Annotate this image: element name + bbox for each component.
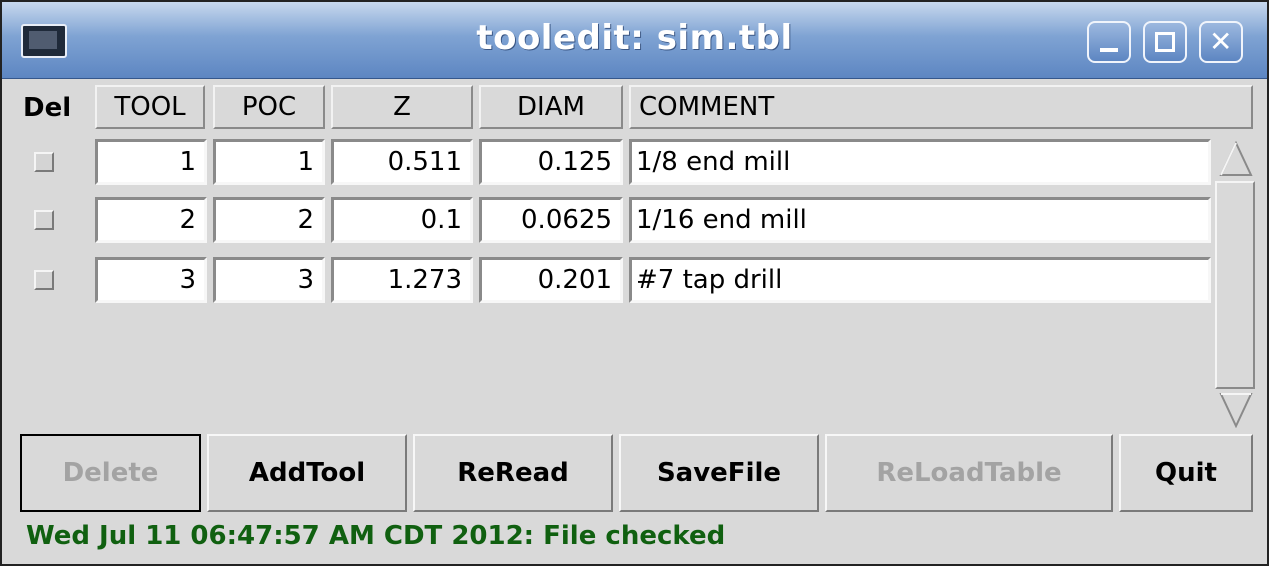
minimize-icon[interactable] bbox=[1087, 21, 1131, 63]
header-comment: COMMENT bbox=[629, 85, 1253, 129]
save-file-button[interactable]: SaveFile bbox=[619, 434, 819, 512]
header-z: Z bbox=[331, 85, 473, 129]
pocket-field[interactable]: 2 bbox=[213, 197, 325, 243]
tool-field[interactable]: 2 bbox=[95, 197, 207, 243]
diam-field[interactable]: 0.125 bbox=[479, 139, 623, 185]
maximize-icon[interactable] bbox=[1143, 21, 1187, 63]
reload-table-button[interactable]: ReLoadTable bbox=[825, 434, 1113, 512]
scroll-down-arrow-icon[interactable] bbox=[1219, 390, 1253, 428]
delete-button[interactable]: Delete bbox=[20, 434, 201, 512]
scroll-track[interactable] bbox=[1215, 181, 1255, 389]
comment-field[interactable]: 1/16 end mill bbox=[629, 197, 1211, 243]
header-del: Del bbox=[23, 93, 72, 123]
header-diam: DIAM bbox=[479, 85, 623, 129]
window-title: tooledit: sim.tbl bbox=[476, 18, 793, 58]
diam-field[interactable]: 0.201 bbox=[479, 257, 623, 303]
add-tool-button[interactable]: AddTool bbox=[207, 434, 407, 512]
quit-button[interactable]: Quit bbox=[1119, 434, 1253, 512]
comment-field[interactable]: 1/8 end mill bbox=[629, 139, 1211, 185]
diam-field[interactable]: 0.0625 bbox=[479, 197, 623, 243]
status-message: Wed Jul 11 06:47:57 AM CDT 2012: File ch… bbox=[26, 521, 726, 551]
z-field[interactable]: 0.1 bbox=[331, 197, 473, 243]
pocket-field[interactable]: 1 bbox=[213, 139, 325, 185]
title-bar[interactable]: tooledit: sim.tbl ✕ bbox=[2, 2, 1267, 79]
z-field[interactable]: 0.511 bbox=[331, 139, 473, 185]
delete-checkbox-1[interactable] bbox=[34, 152, 54, 172]
reread-button[interactable]: ReRead bbox=[413, 434, 613, 512]
tool-field[interactable]: 1 bbox=[95, 139, 207, 185]
comment-field[interactable]: #7 tap drill bbox=[629, 257, 1211, 303]
scroll-up-arrow-icon[interactable] bbox=[1219, 141, 1253, 179]
pocket-field[interactable]: 3 bbox=[213, 257, 325, 303]
vertical-scrollbar[interactable] bbox=[1215, 141, 1255, 428]
tool-field[interactable]: 3 bbox=[95, 257, 207, 303]
z-field[interactable]: 1.273 bbox=[331, 257, 473, 303]
delete-checkbox-3[interactable] bbox=[34, 270, 54, 290]
header-tool: TOOL bbox=[95, 85, 205, 129]
tooledit-window: tooledit: sim.tbl ✕ Del TOOL POC Z DIAM … bbox=[0, 0, 1269, 566]
header-poc: POC bbox=[213, 85, 325, 129]
close-icon[interactable]: ✕ bbox=[1199, 21, 1243, 63]
delete-checkbox-2[interactable] bbox=[34, 210, 54, 230]
